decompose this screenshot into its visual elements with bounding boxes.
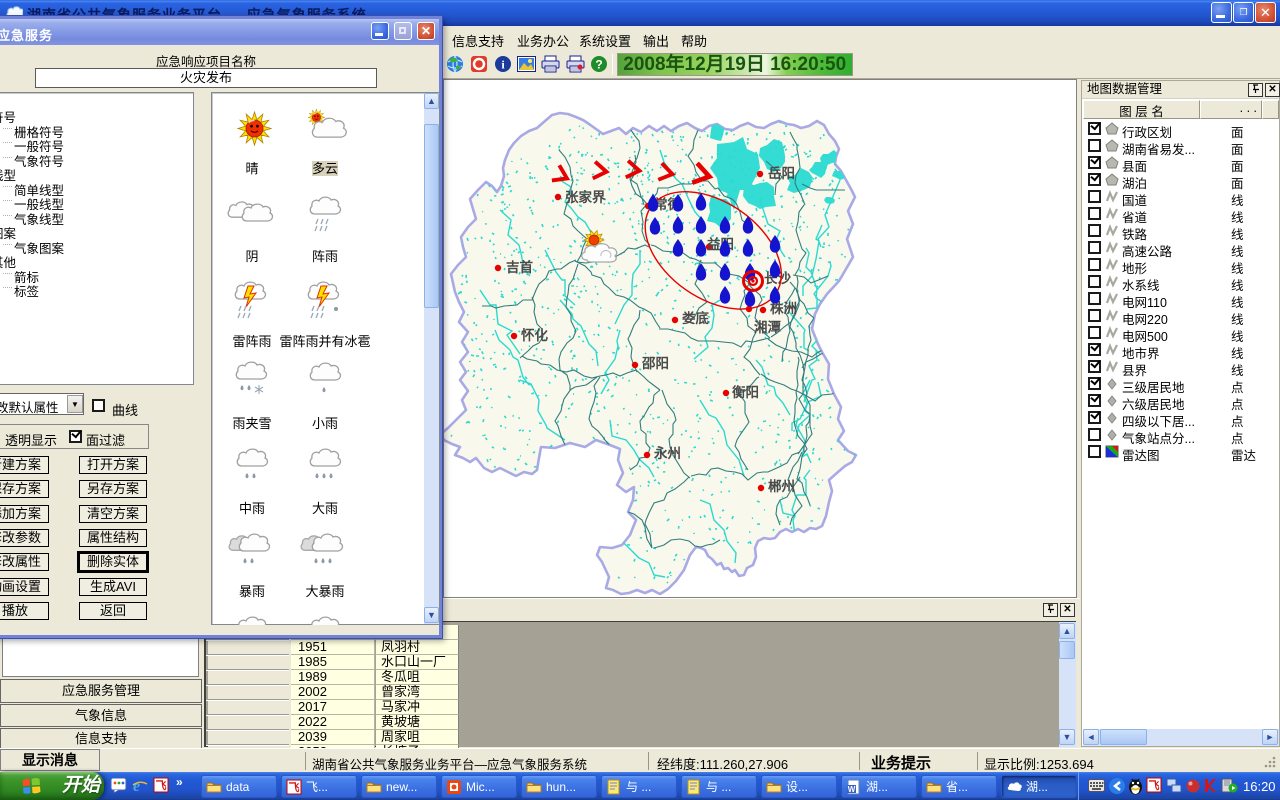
svg-text:岳阳: 岳阳 bbox=[768, 165, 795, 181]
svg-text:e: e bbox=[133, 778, 140, 794]
svg-text:娄底: 娄底 bbox=[682, 310, 710, 326]
svg-text:永州: 永州 bbox=[654, 445, 681, 461]
svg-text:郴州: 郴州 bbox=[768, 478, 795, 494]
svg-text:吉首: 吉首 bbox=[506, 259, 534, 275]
svg-text:?: ? bbox=[595, 58, 602, 72]
svg-text:衡阳: 衡阳 bbox=[732, 384, 759, 400]
svg-text:张家界: 张家界 bbox=[565, 189, 606, 205]
svg-text:湘潭: 湘潭 bbox=[754, 319, 782, 335]
svg-text:邵阳: 邵阳 bbox=[641, 356, 669, 371]
svg-text:W: W bbox=[848, 785, 856, 794]
svg-text:怀化: 怀化 bbox=[521, 327, 549, 343]
svg-text:飞: 飞 bbox=[1149, 779, 1160, 792]
svg-text:飞: 飞 bbox=[289, 781, 300, 794]
svg-text:飞: 飞 bbox=[156, 779, 167, 792]
